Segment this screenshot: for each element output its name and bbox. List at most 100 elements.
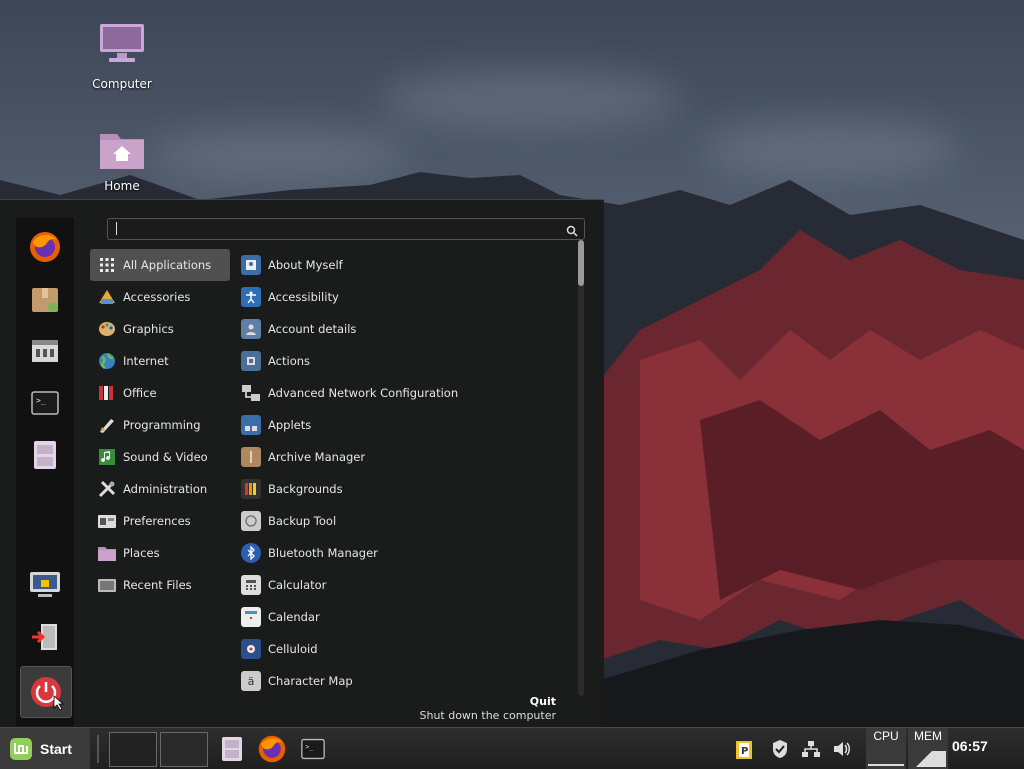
app-calculator[interactable]: Calculator	[235, 569, 575, 601]
file-cabinet-icon	[222, 737, 242, 761]
category-office[interactable]: Office	[90, 377, 230, 409]
category-label: Graphics	[123, 322, 174, 336]
app-actions[interactable]: Actions	[235, 345, 575, 377]
app-character-map[interactable]: ä Character Map	[235, 665, 575, 697]
category-sound-video[interactable]: Sound & Video	[90, 441, 230, 473]
app-account-details[interactable]: Account details	[235, 313, 575, 345]
scrollbar-thumb[interactable]	[578, 240, 584, 286]
calculator-icon	[241, 575, 261, 595]
actions-icon	[241, 351, 261, 371]
administration-icon	[96, 478, 118, 500]
app-archive-manager[interactable]: Archive Manager	[235, 441, 575, 473]
application-menu: >_ All Applications Accessories Graphics…	[0, 199, 604, 728]
category-internet[interactable]: Internet	[90, 345, 230, 377]
app-calendar[interactable]: Calendar	[235, 601, 575, 633]
office-icon	[96, 382, 118, 404]
app-backgrounds[interactable]: Backgrounds	[235, 473, 575, 505]
sound-video-icon	[96, 446, 118, 468]
firefox-icon	[258, 735, 286, 763]
tooltip-description: Shut down the computer	[419, 709, 556, 722]
category-preferences[interactable]: Preferences	[90, 505, 230, 537]
favorite-software-manager[interactable]	[20, 276, 70, 322]
workspace-2[interactable]	[160, 732, 208, 767]
app-label: Celluloid	[268, 642, 318, 656]
character-map-icon: ä	[241, 671, 261, 691]
favorite-firefox[interactable]	[20, 224, 70, 270]
network-icon	[802, 741, 820, 757]
network-config-icon	[241, 383, 261, 403]
category-graphics[interactable]: Graphics	[90, 313, 230, 345]
start-label: Start	[40, 740, 72, 757]
file-cabinet-icon	[34, 441, 56, 469]
taskbar-file-manager[interactable]	[216, 733, 248, 765]
desktop-icon-home[interactable]: Home	[82, 126, 162, 193]
logout-button[interactable]	[20, 614, 70, 660]
category-all-applications[interactable]: All Applications	[90, 249, 230, 281]
desktop-icon-label: Home	[104, 179, 140, 193]
app-label: Calendar	[268, 610, 320, 624]
backgrounds-icon	[241, 479, 261, 499]
programming-icon	[96, 414, 118, 436]
calendar-icon	[241, 607, 261, 627]
favorites-sidebar: >_	[16, 218, 74, 726]
desktop-icon-label: Computer	[92, 77, 152, 91]
favorite-file-manager[interactable]	[20, 432, 70, 478]
app-label: Actions	[268, 354, 311, 368]
favorite-terminal[interactable]: >_	[20, 380, 70, 426]
archive-manager-icon	[241, 447, 261, 467]
app-label: Advanced Network Configuration	[268, 386, 459, 400]
settings-panel-icon	[32, 340, 58, 362]
app-about-myself[interactable]: About Myself	[235, 249, 575, 281]
package-icon	[32, 288, 58, 312]
category-label: Preferences	[123, 514, 191, 528]
app-list-scrollbar[interactable]	[578, 240, 584, 696]
cpu-monitor[interactable]: CPU	[866, 728, 906, 769]
search-input[interactable]	[107, 218, 585, 240]
power-icon	[31, 677, 64, 710]
favorite-system-settings[interactable]	[20, 328, 70, 374]
about-myself-icon	[241, 255, 261, 275]
taskbar-firefox[interactable]	[256, 733, 288, 765]
svg-text:P: P	[741, 746, 748, 757]
category-places[interactable]: Places	[90, 537, 230, 569]
tray-update-manager[interactable]	[768, 737, 792, 761]
tooltip-title: Quit	[529, 695, 556, 708]
category-label: Internet	[123, 354, 169, 368]
category-administration[interactable]: Administration	[90, 473, 230, 505]
category-recent-files[interactable]: Recent Files	[90, 569, 230, 601]
taskbar-terminal[interactable]: >_	[297, 733, 329, 765]
cpu-graph	[868, 764, 904, 766]
app-backup-tool[interactable]: Backup Tool	[235, 505, 575, 537]
category-list: All Applications Accessories Graphics In…	[90, 249, 230, 601]
category-label: Administration	[123, 482, 208, 496]
clock[interactable]: 06:57	[952, 738, 988, 754]
app-applets[interactable]: Applets	[235, 409, 575, 441]
tray-network[interactable]	[799, 737, 823, 761]
account-details-icon	[241, 319, 261, 339]
quit-button[interactable]	[20, 666, 72, 718]
desktop-icon-computer[interactable]: Computer	[82, 20, 162, 91]
lock-screen-button[interactable]	[20, 562, 70, 608]
terminal-icon: >_	[301, 738, 325, 760]
memory-monitor[interactable]: MEM	[908, 728, 948, 769]
terminal-icon: >_	[31, 391, 59, 415]
app-label: Account details	[268, 322, 357, 336]
tray-volume[interactable]	[830, 737, 854, 761]
accessories-icon	[96, 286, 118, 308]
app-accessibility[interactable]: Accessibility	[235, 281, 575, 313]
app-label: Archive Manager	[268, 450, 366, 464]
app-advanced-network-configuration[interactable]: Advanced Network Configuration	[235, 377, 575, 409]
app-bluetooth-manager[interactable]: Bluetooth Manager	[235, 537, 575, 569]
category-label: Programming	[123, 418, 201, 432]
category-programming[interactable]: Programming	[90, 409, 230, 441]
clipboard-icon: P	[736, 741, 752, 759]
logout-icon	[32, 624, 57, 650]
category-accessories[interactable]: Accessories	[90, 281, 230, 313]
app-label: Calculator	[268, 578, 327, 592]
start-menu-button[interactable]: Start	[0, 728, 90, 769]
workspace-1[interactable]	[109, 732, 157, 767]
category-label: Recent Files	[123, 578, 192, 592]
tray-pastebin-applet[interactable]: P	[732, 737, 756, 761]
category-label: All Applications	[123, 258, 212, 272]
app-celluloid[interactable]: Celluloid	[235, 633, 575, 665]
